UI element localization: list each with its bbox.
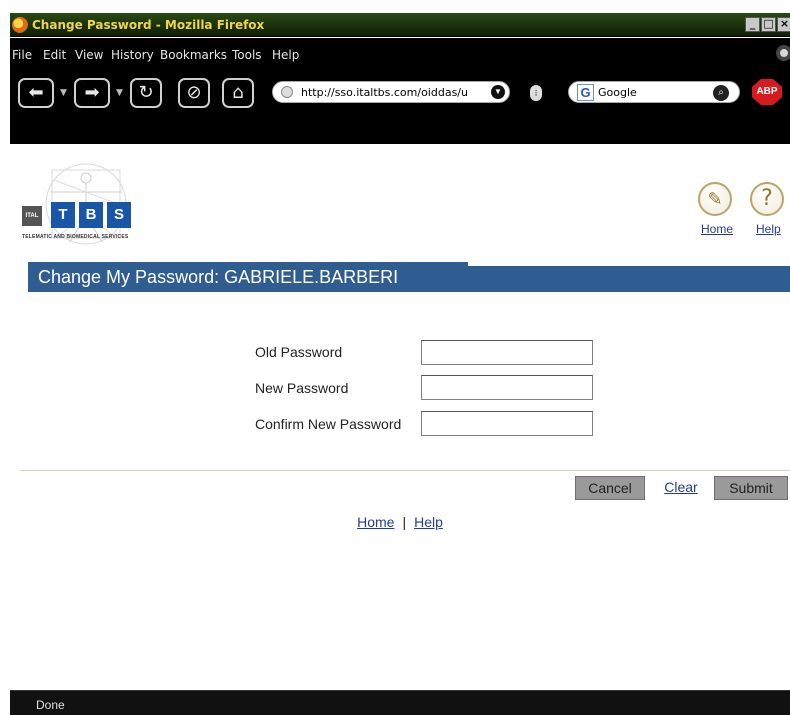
clear-link[interactable]: Clear — [660, 476, 702, 500]
cancel-button[interactable]: Cancel — [575, 476, 645, 500]
new-password-label: New Password — [255, 380, 349, 396]
close-button[interactable]: × — [777, 17, 790, 32]
logo-letter-s: S — [107, 202, 131, 228]
go-arrow-icon[interactable]: ▼ — [491, 85, 505, 99]
logo-letter-b: B — [79, 202, 103, 228]
company-logo: ITAL T B S TELEMATIC AND BIOMEDICAL SERV… — [20, 154, 155, 249]
activity-throbber-icon — [776, 45, 790, 61]
banner-notch — [468, 262, 790, 266]
page-title: Change My Password: GABRIELE.BARBERI — [38, 267, 399, 287]
search-icon[interactable]: ⌕ — [713, 85, 729, 101]
address-bar[interactable]: http://sso.italtbs.com/oiddas/u ▼ — [272, 81, 510, 103]
status-text: Done — [36, 698, 65, 712]
confirm-password-field[interactable] — [421, 411, 593, 436]
form-divider — [20, 470, 790, 471]
adblock-icon[interactable]: ABP — [752, 79, 782, 105]
home-book-icon[interactable]: ✎ — [698, 182, 732, 216]
home-icon[interactable]: ⌂ — [222, 78, 254, 108]
menu-edit[interactable]: Edit — [43, 48, 66, 62]
footer-help-link[interactable]: Help — [414, 514, 443, 530]
footer-links: Home | Help — [10, 514, 790, 530]
help-question-icon[interactable]: ? — [750, 182, 784, 216]
navigation-toolbar: ⬅ ▼ ➡ ▼ ↻ ⊘ ⌂ http://sso.italtbs.com/oid… — [10, 74, 790, 144]
menu-tools[interactable]: Tools — [232, 48, 262, 62]
window-title: Change Password - Mozilla Firefox — [32, 18, 265, 32]
firefox-icon — [12, 17, 28, 33]
old-password-field[interactable] — [421, 340, 593, 365]
minimize-button[interactable]: _ — [745, 17, 760, 32]
menu-history[interactable]: History — [111, 48, 154, 62]
back-arrow-icon[interactable]: ⬅ — [18, 78, 54, 108]
submit-button[interactable]: Submit — [714, 476, 788, 500]
reload-icon[interactable]: ↻ — [130, 78, 162, 108]
address-url[interactable]: http://sso.italtbs.com/oiddas/u — [301, 86, 476, 99]
new-password-field[interactable] — [421, 375, 593, 400]
page-title-banner: Change My Password: GABRIELE.BARBERI — [28, 262, 790, 292]
window-titlebar: Change Password - Mozilla Firefox _ □ × — [10, 13, 790, 37]
old-password-label: Old Password — [255, 344, 343, 360]
footer-home-link[interactable]: Home — [357, 514, 394, 530]
back-dropdown-icon[interactable]: ▼ — [60, 88, 67, 98]
forward-dropdown-icon[interactable]: ▼ — [116, 88, 123, 98]
google-icon[interactable]: G — [577, 84, 594, 101]
menu-file[interactable]: File — [12, 48, 32, 62]
header-home-link[interactable]: Home — [701, 222, 733, 236]
feed-icon[interactable]: ⁝ — [530, 85, 542, 101]
search-bar[interactable]: G Google ⌕ — [568, 81, 740, 103]
status-bar: Done — [10, 690, 790, 715]
menu-bookmarks[interactable]: Bookmarks — [160, 48, 227, 62]
logo-tagline: TELEMATIC AND BIOMEDICAL SERVICES — [22, 234, 129, 240]
page-content: ITAL T B S TELEMATIC AND BIOMEDICAL SERV… — [10, 144, 790, 690]
search-engine-label[interactable]: Google — [598, 86, 637, 99]
menu-bar: File Edit View History Bookmarks Tools H… — [10, 38, 790, 74]
site-identity-icon[interactable] — [281, 86, 293, 98]
menu-view[interactable]: View — [75, 48, 103, 62]
header-help-link[interactable]: Help — [756, 222, 781, 236]
menu-help[interactable]: Help — [272, 48, 299, 62]
maximize-button[interactable]: □ — [761, 17, 776, 32]
logo-letter-t: T — [51, 202, 75, 228]
logo-ital-box: ITAL — [22, 206, 42, 226]
stop-icon[interactable]: ⊘ — [178, 78, 210, 108]
confirm-password-label: Confirm New Password — [255, 416, 402, 432]
forward-arrow-icon[interactable]: ➡ — [74, 78, 110, 108]
footer-separator: | — [402, 514, 407, 530]
